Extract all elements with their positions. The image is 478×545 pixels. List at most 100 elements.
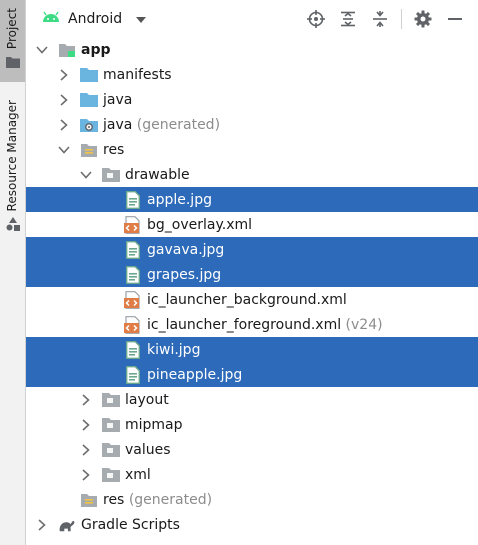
tree-row[interactable]: mipmap bbox=[26, 412, 478, 437]
gray-folder-icon bbox=[102, 416, 120, 434]
tree-row-name: grapes.jpg bbox=[147, 266, 222, 283]
toolbar-divider bbox=[401, 9, 402, 29]
tool-window-strip: Project Resource Manager bbox=[0, 0, 26, 545]
chevron-right-icon[interactable] bbox=[35, 518, 49, 532]
tree-row[interactable]: kiwi.jpg bbox=[26, 337, 478, 362]
tree-row[interactable]: xml bbox=[26, 462, 478, 487]
tree-row-qualifier: (generated) bbox=[128, 491, 213, 508]
project-tab-label: Project bbox=[5, 8, 19, 50]
view-mode-selector[interactable]: Android bbox=[42, 11, 147, 27]
tree-row-name: manifests bbox=[103, 66, 172, 83]
chevron-down-icon[interactable] bbox=[79, 168, 93, 182]
collapse-all-icon[interactable] bbox=[367, 6, 393, 32]
locate-icon[interactable] bbox=[303, 6, 329, 32]
tree-row-name: app bbox=[81, 41, 111, 58]
generated-folder-icon bbox=[80, 116, 98, 134]
project-tool-tab[interactable]: Project bbox=[0, 0, 25, 82]
tree-row[interactable]: pineapple.jpg bbox=[26, 362, 478, 387]
image-file-icon bbox=[124, 265, 142, 284]
module-folder-icon bbox=[58, 41, 76, 59]
tree-row[interactable]: gavava.jpg bbox=[26, 237, 478, 262]
chevron-down-icon[interactable] bbox=[35, 43, 49, 57]
gray-folder-icon bbox=[102, 466, 120, 484]
tree-row[interactable]: values bbox=[26, 437, 478, 462]
tree-row-label: Gradle Scripts bbox=[81, 517, 180, 533]
tree-row[interactable]: apple.jpg bbox=[26, 187, 478, 212]
tree-row-label: manifests bbox=[103, 67, 172, 83]
chevron-right-icon[interactable] bbox=[79, 443, 93, 457]
tree-row[interactable]: grapes.jpg bbox=[26, 262, 478, 287]
xml-file-icon bbox=[124, 315, 142, 334]
folder-icon bbox=[80, 66, 98, 84]
shapes-icon bbox=[5, 216, 21, 236]
tree-row[interactable]: Gradle Scripts bbox=[26, 512, 478, 537]
tree-row-name: Gradle Scripts bbox=[81, 516, 180, 533]
image-file-icon bbox=[124, 340, 142, 359]
tree-row-name: java bbox=[103, 91, 133, 108]
tree-row-name: xml bbox=[125, 466, 151, 483]
tree-row-label: apple.jpg bbox=[147, 192, 212, 208]
tree-row[interactable]: layout bbox=[26, 387, 478, 412]
tree-row-label: layout bbox=[125, 392, 169, 408]
chevron-right-icon[interactable] bbox=[79, 393, 93, 407]
folder-icon bbox=[80, 91, 98, 109]
tree-row-label: pineapple.jpg bbox=[147, 367, 242, 383]
xml-file-icon bbox=[124, 290, 142, 309]
tree-row[interactable]: ic_launcher_background.xml bbox=[26, 287, 478, 312]
project-view-header: Android bbox=[26, 0, 478, 38]
chevron-down-icon[interactable] bbox=[57, 143, 71, 157]
tree-row-label: res bbox=[103, 142, 124, 158]
tree-row[interactable]: drawable bbox=[26, 162, 478, 187]
gray-folder-icon bbox=[102, 391, 120, 409]
tree-row-name: res bbox=[103, 141, 125, 158]
tree-row-qualifier: (v24) bbox=[345, 316, 383, 333]
image-file-icon bbox=[124, 190, 142, 209]
tree-row[interactable]: res (generated) bbox=[26, 487, 478, 512]
tree-row[interactable]: app bbox=[26, 37, 478, 62]
resource-manager-tab-label: Resource Manager bbox=[5, 100, 19, 212]
resource-manager-tool-tab[interactable]: Resource Manager bbox=[0, 96, 25, 236]
tree-row-name: apple.jpg bbox=[147, 191, 212, 208]
tree-row-name: java bbox=[103, 116, 133, 133]
tree-row-label: mipmap bbox=[125, 417, 183, 433]
expand-all-icon[interactable] bbox=[335, 6, 361, 32]
gray-folder-icon bbox=[102, 441, 120, 459]
tree-row-name: gavava.jpg bbox=[147, 241, 225, 258]
xml-file-icon bbox=[124, 215, 142, 234]
header-toolbar bbox=[297, 0, 468, 38]
tree-row[interactable]: bg_overlay.xml bbox=[26, 212, 478, 237]
res-folder-icon bbox=[80, 141, 98, 159]
res-folder-icon bbox=[80, 491, 98, 509]
chevron-right-icon[interactable] bbox=[79, 468, 93, 482]
tree-row-name: res bbox=[103, 491, 125, 508]
folder-icon bbox=[6, 56, 20, 72]
view-mode-label: Android bbox=[68, 11, 123, 27]
tree-row[interactable]: res bbox=[26, 137, 478, 162]
image-file-icon bbox=[124, 365, 142, 384]
tree-row-label: ic_launcher_background.xml bbox=[147, 292, 347, 308]
tree-row[interactable]: ic_launcher_foreground.xml (v24) bbox=[26, 312, 478, 337]
minimize-icon[interactable] bbox=[442, 6, 468, 32]
tree-row[interactable]: java (generated) bbox=[26, 112, 478, 137]
tree-row-label: bg_overlay.xml bbox=[147, 217, 252, 233]
chevron-right-icon[interactable] bbox=[57, 118, 71, 132]
chevron-down-icon bbox=[136, 11, 147, 27]
tree-row-name: bg_overlay.xml bbox=[147, 216, 253, 233]
tree-row-label: res (generated) bbox=[103, 492, 212, 508]
tree-row-name: layout bbox=[125, 391, 169, 408]
image-file-icon bbox=[124, 240, 142, 259]
tree-row[interactable]: manifests bbox=[26, 62, 478, 87]
tree-row-label: drawable bbox=[125, 167, 190, 183]
gear-icon[interactable] bbox=[410, 6, 436, 32]
tree-row-name: ic_launcher_background.xml bbox=[147, 291, 347, 308]
tree-row-label: gavava.jpg bbox=[147, 242, 224, 258]
tree-row-label: java (generated) bbox=[103, 117, 220, 133]
chevron-right-icon[interactable] bbox=[57, 68, 71, 82]
chevron-right-icon[interactable] bbox=[79, 418, 93, 432]
android-icon bbox=[42, 11, 60, 27]
tree-row-name: mipmap bbox=[125, 416, 183, 433]
tree-row-qualifier: (generated) bbox=[136, 116, 221, 133]
tree-row-name: ic_launcher_foreground.xml bbox=[147, 316, 342, 333]
tree-row[interactable]: java bbox=[26, 87, 478, 112]
chevron-right-icon[interactable] bbox=[57, 93, 71, 107]
